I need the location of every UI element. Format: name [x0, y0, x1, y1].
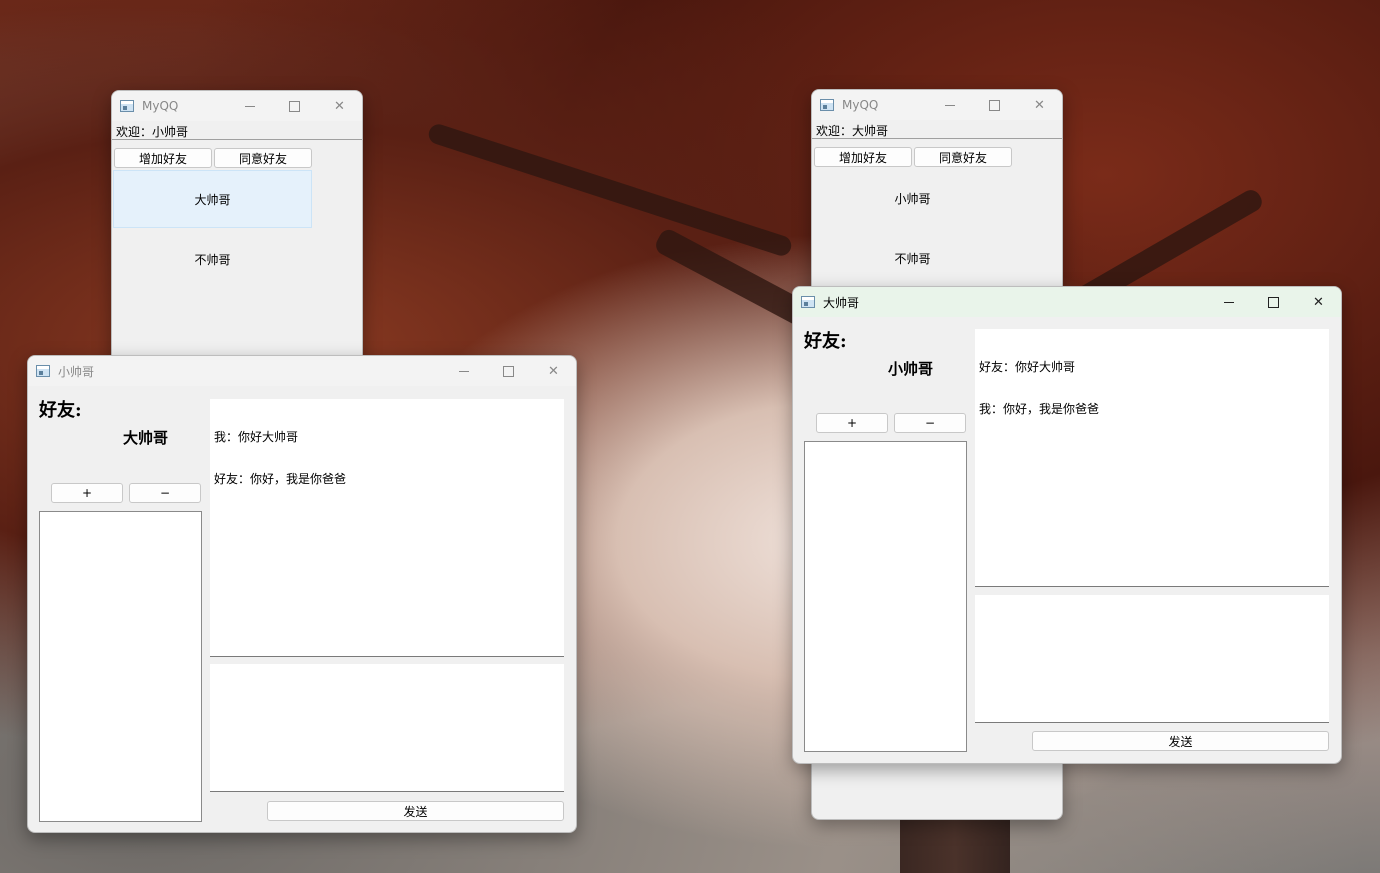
minimize-button[interactable] [441, 356, 486, 386]
app-icon [820, 99, 834, 111]
friend-list-panel[interactable] [804, 441, 967, 752]
send-button[interactable]: 发送 [267, 801, 564, 821]
close-button[interactable]: ✕ [1296, 287, 1341, 317]
friend-name: 小帅哥 [888, 360, 934, 378]
friend-item[interactable]: 不帅哥 [813, 229, 1012, 287]
close-icon: ✕ [334, 98, 345, 114]
friend-item[interactable]: 大帅哥 [113, 170, 312, 228]
send-button[interactable]: 发送 [1032, 731, 1329, 751]
close-button[interactable]: ✕ [317, 91, 362, 121]
friend-item[interactable]: 小帅哥 [813, 169, 1012, 227]
plus-button[interactable]: + [51, 483, 123, 503]
maximize-icon [289, 100, 300, 112]
message-input[interactable] [975, 595, 1329, 723]
message-line: 好友：你好大帅哥 [979, 360, 1076, 374]
add-friend-button[interactable]: 增加好友 [114, 148, 212, 168]
close-icon: ✕ [1313, 294, 1324, 310]
message-history[interactable]: 我：你好大帅哥 好友：你好，我是你爸爸 [210, 399, 564, 657]
friend-label: 好友: [804, 331, 847, 352]
friend-label: 好友: [39, 400, 82, 421]
minus-button[interactable]: − [894, 413, 966, 433]
maximize-icon [503, 365, 514, 377]
titlebar[interactable]: MyQQ ✕ [112, 91, 362, 121]
app-icon [801, 296, 815, 308]
divider [112, 139, 362, 140]
app-icon [120, 100, 134, 112]
window-title: 小帅哥 [58, 364, 95, 379]
app-icon [36, 365, 50, 377]
maximize-button[interactable] [486, 356, 531, 386]
minus-button[interactable]: − [129, 483, 201, 503]
maximize-button[interactable] [1251, 287, 1296, 317]
tree-branch [426, 121, 794, 259]
friend-name: 大帅哥 [123, 429, 169, 447]
window-title: MyQQ [842, 98, 879, 112]
minimize-button[interactable] [227, 91, 272, 121]
message-line: 我：你好大帅哥 [214, 430, 299, 444]
window-title: 大帅哥 [823, 295, 860, 310]
message-input[interactable] [210, 664, 564, 792]
message-history[interactable]: 好友：你好大帅哥 我：你好，我是你爸爸 [975, 329, 1329, 587]
minimize-button[interactable] [927, 90, 972, 120]
maximize-button[interactable] [272, 91, 317, 121]
accept-friend-button[interactable]: 同意好友 [914, 147, 1012, 167]
close-icon: ✕ [548, 363, 559, 379]
maximize-button[interactable] [972, 90, 1017, 120]
maximize-icon [989, 99, 1000, 111]
window-title: MyQQ [142, 99, 179, 113]
minimize-icon [944, 104, 955, 106]
chat-window-left: 小帅哥 ✕ 好友: 大帅哥 + − 我：你好大帅哥 好友：你好，我是你爸爸 发送 [27, 355, 577, 833]
maximize-icon [1268, 296, 1279, 308]
minimize-icon [458, 370, 469, 372]
message-line: 我：你好，我是你爸爸 [979, 402, 1100, 416]
plus-button[interactable]: + [816, 413, 888, 433]
accept-friend-button[interactable]: 同意好友 [214, 148, 312, 168]
message-line: 好友：你好，我是你爸爸 [214, 472, 347, 486]
chat-window-right: 大帅哥 ✕ 好友: 小帅哥 + − 好友：你好大帅哥 我：你好，我是你爸爸 发送 [792, 286, 1342, 764]
add-friend-button[interactable]: 增加好友 [814, 147, 912, 167]
welcome-label: 欢迎：大帅哥 [816, 124, 889, 138]
titlebar[interactable]: 小帅哥 ✕ [28, 356, 576, 386]
minimize-icon [1223, 301, 1234, 303]
divider [812, 138, 1062, 139]
titlebar[interactable]: MyQQ ✕ [812, 90, 1062, 120]
friend-list-panel[interactable] [39, 511, 202, 822]
minimize-icon [244, 105, 255, 107]
close-button[interactable]: ✕ [531, 356, 576, 386]
minimize-button[interactable] [1206, 287, 1251, 317]
titlebar[interactable]: 大帅哥 ✕ [793, 287, 1341, 317]
close-icon: ✕ [1034, 97, 1045, 113]
welcome-label: 欢迎：小帅哥 [116, 125, 189, 139]
friend-item[interactable]: 不帅哥 [113, 230, 312, 288]
myqq-window-left: MyQQ ✕ 欢迎：小帅哥 增加好友 同意好友 大帅哥 不帅哥 [111, 90, 363, 382]
close-button[interactable]: ✕ [1017, 90, 1062, 120]
